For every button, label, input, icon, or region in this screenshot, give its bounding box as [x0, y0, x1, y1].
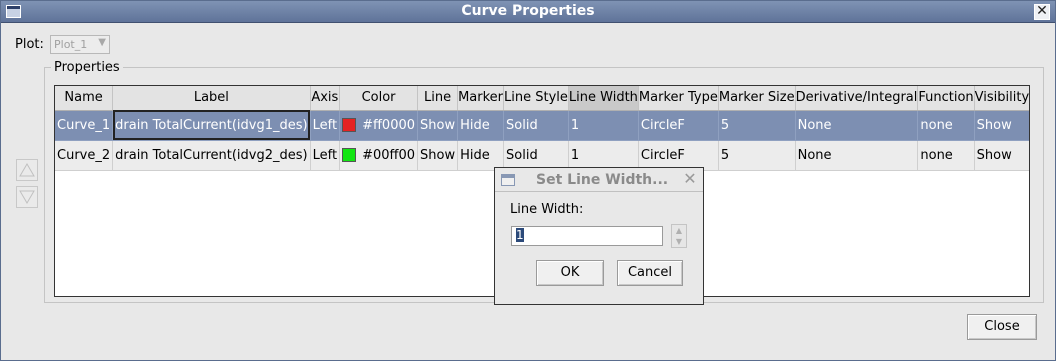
cell-name[interactable]: Curve_1 — [55, 110, 114, 141]
cell-derivative[interactable]: None — [795, 140, 919, 171]
cell-visibility[interactable]: Show — [974, 110, 1029, 141]
column-header-line-style[interactable]: Line Style — [503, 86, 569, 111]
column-header-marker[interactable]: Marker — [457, 86, 505, 111]
cell-label[interactable]: drain TotalCurrent(idvg1_des) — [112, 110, 311, 141]
close-window-button[interactable]: ✕ — [1034, 4, 1050, 20]
cell-derivative[interactable]: None — [795, 110, 919, 141]
dialog-title: Set Line Width... — [536, 172, 669, 188]
cell-marker-type[interactable]: CircleF — [638, 140, 719, 171]
column-header-marker-type[interactable]: Marker Type — [638, 86, 719, 111]
column-header-label[interactable]: Label — [112, 86, 311, 111]
column-header-function[interactable]: Function — [917, 86, 975, 111]
title-bar[interactable]: Curve Properties ✕ — [1, 1, 1055, 23]
cell-line[interactable]: Show — [417, 140, 459, 171]
set-line-width-dialog: Set Line Width... ✕ Line Width: 1 ▲ ▼ OK… — [494, 167, 704, 305]
cell-line-width[interactable]: 1 — [568, 110, 639, 141]
chevron-down-icon: ▼ — [98, 37, 106, 48]
color-swatch — [342, 118, 357, 132]
table-row[interactable]: Curve_2 drain TotalCurrent(idvg2_des) Le… — [55, 140, 1029, 171]
cancel-button[interactable]: Cancel — [617, 260, 683, 286]
ok-button[interactable]: OK — [536, 260, 604, 286]
column-header-visibility[interactable]: Visibility — [974, 86, 1029, 111]
cell-marker[interactable]: Hide — [457, 140, 505, 171]
cell-line-width[interactable]: 1 — [568, 140, 639, 171]
dialog-close-button[interactable]: ✕ — [682, 171, 698, 188]
close-button[interactable]: Close — [967, 314, 1037, 340]
column-header-color[interactable]: Color — [339, 86, 419, 111]
cell-function[interactable]: none — [917, 140, 975, 171]
line-width-input[interactable]: 1 — [511, 226, 663, 246]
cell-marker-size[interactable]: 5 — [718, 140, 796, 171]
dialog-title-bar[interactable]: Set Line Width... ✕ — [495, 168, 703, 192]
spin-down-icon[interactable]: ▼ — [672, 236, 686, 247]
plot-select[interactable]: Plot_1 ▼ — [50, 35, 110, 54]
cell-color-text: #ff0000 — [362, 117, 416, 133]
spin-up-icon[interactable]: ▲ — [672, 225, 686, 236]
line-width-value: 1 — [516, 228, 524, 242]
cell-color[interactable]: #ff0000 — [339, 110, 419, 141]
cell-line-style[interactable]: Solid — [503, 110, 569, 141]
dialog-window-icon — [501, 174, 515, 186]
cell-axis[interactable]: Left — [310, 140, 341, 171]
cell-line[interactable]: Show — [417, 110, 459, 141]
table-row[interactable]: Curve_1 drain TotalCurrent(idvg1_des) Le… — [55, 110, 1029, 141]
cell-marker[interactable]: Hide — [457, 110, 505, 141]
cell-line-style[interactable]: Solid — [503, 140, 569, 171]
column-header-marker-size[interactable]: Marker Size — [718, 86, 796, 111]
cell-axis[interactable]: Left — [310, 110, 341, 141]
column-header-name[interactable]: Name — [55, 86, 114, 111]
curve-properties-window: Curve Properties ✕ Plot: Plot_1 ▼ Proper… — [0, 0, 1056, 361]
cell-marker-size[interactable]: 5 — [718, 110, 796, 141]
cell-name[interactable]: Curve_2 — [55, 140, 114, 171]
arrow-up-icon — [19, 163, 35, 177]
arrow-down-icon — [19, 190, 35, 204]
line-width-spinner[interactable]: ▲ ▼ — [671, 224, 687, 248]
plot-select-value: Plot_1 — [54, 38, 88, 51]
cell-color[interactable]: #00ff00 — [339, 140, 419, 171]
move-down-button[interactable] — [16, 186, 38, 208]
color-swatch — [342, 148, 357, 162]
table-header-row: Name Label Axis Color Line Marker Line S… — [55, 86, 1029, 111]
cell-visibility[interactable]: Show — [974, 140, 1029, 171]
plot-label: Plot: — [15, 37, 44, 52]
column-header-derivative-integral[interactable]: Derivative/Integral — [795, 86, 919, 111]
cell-label[interactable]: drain TotalCurrent(idvg2_des) — [112, 140, 311, 171]
window-title: Curve Properties — [461, 3, 595, 19]
cell-color-text: #00ff00 — [362, 147, 416, 163]
column-header-axis[interactable]: Axis — [310, 86, 341, 111]
column-header-line[interactable]: Line — [417, 86, 459, 111]
move-up-button[interactable] — [16, 159, 38, 181]
column-header-line-width[interactable]: Line Width — [568, 86, 639, 111]
properties-group-title: Properties — [51, 60, 123, 75]
cell-function[interactable]: none — [917, 110, 975, 141]
line-width-label: Line Width: — [510, 202, 584, 217]
cell-marker-type[interactable]: CircleF — [638, 110, 719, 141]
